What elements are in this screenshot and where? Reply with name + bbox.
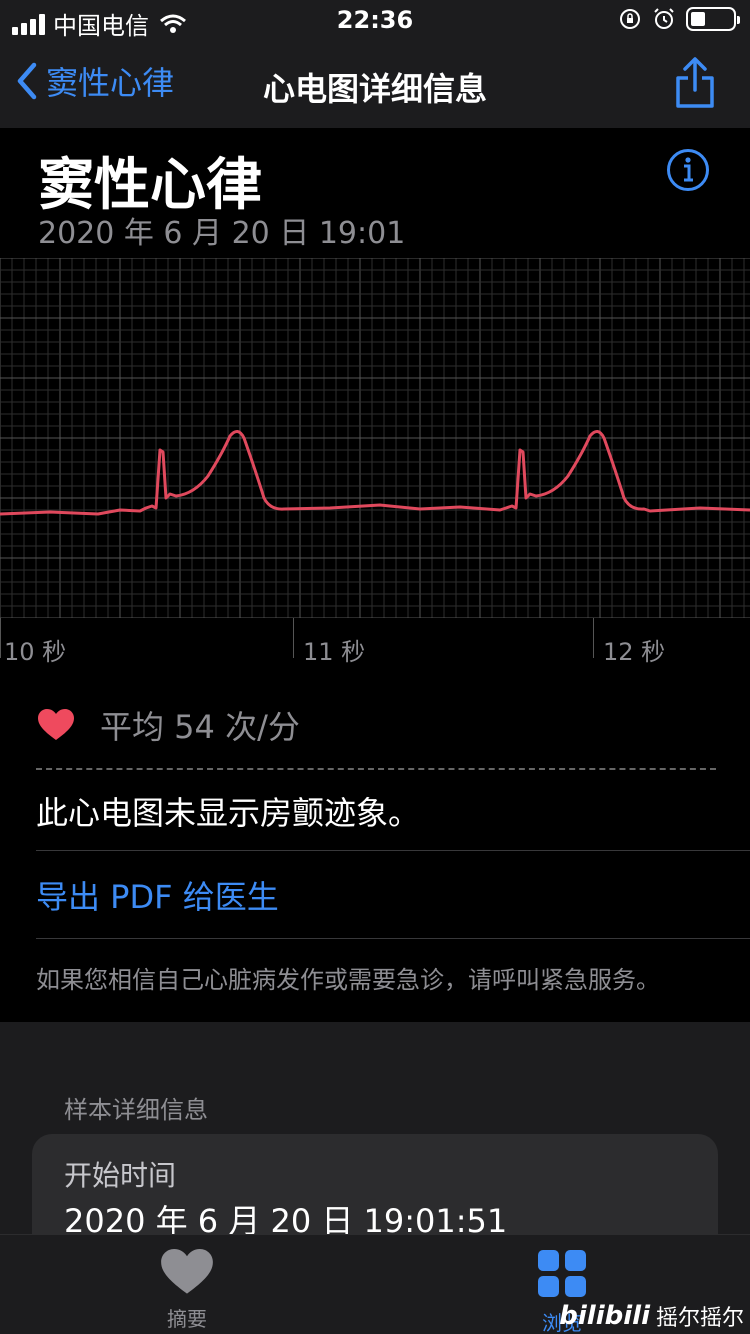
tab-summary-label: 摘要 xyxy=(167,1307,207,1331)
watermark-user: 摇尔摇尔 xyxy=(655,1306,744,1331)
average-text: 平均 54 次/分 xyxy=(100,708,300,746)
alarm-icon xyxy=(654,8,674,29)
orientation-lock-icon xyxy=(620,9,640,29)
page-title: 心电图详细信息 xyxy=(262,70,487,108)
time-label-10s: 10 秒 xyxy=(4,638,67,666)
navigation-bar: 窦性心律 心电图详细信息 xyxy=(0,42,750,128)
time-label-12s: 12 秒 xyxy=(603,638,666,666)
ecg-chart xyxy=(0,258,750,618)
ecg-trace xyxy=(0,430,750,516)
section-header: 样本详细信息 xyxy=(64,1096,208,1124)
divider xyxy=(36,938,750,939)
watermark-brand: bilibili xyxy=(559,1301,650,1331)
heart-icon xyxy=(38,709,74,740)
info-icon[interactable] xyxy=(666,148,710,192)
time-label-11s: 11 秒 xyxy=(303,638,366,666)
recording-datetime: 2020 年 6 月 20 日 19:01 xyxy=(38,216,406,251)
classification-summary: 此心电图未显示房颤迹象。 xyxy=(36,794,421,832)
watermark: bilibili 摇尔摇尔 xyxy=(559,1300,744,1332)
start-time-label: 开始时间 xyxy=(64,1159,177,1192)
dashed-divider xyxy=(36,768,716,770)
average-heart-rate: 平均 54 次/分 xyxy=(38,702,300,748)
ecg-time-axis: 10 秒 11 秒 12 秒 xyxy=(0,618,750,666)
grid-icon xyxy=(538,1250,586,1297)
ecg-grid xyxy=(0,258,750,618)
emergency-disclaimer: 如果您相信自己心脏病发作或需要急诊，请呼叫紧急服务。 xyxy=(36,966,660,994)
divider xyxy=(36,850,750,851)
tab-summary[interactable]: 摘要 xyxy=(127,1249,247,1332)
share-icon[interactable] xyxy=(674,56,716,110)
battery-icon xyxy=(686,7,740,31)
status-bar: 中国电信 22:36 xyxy=(0,0,750,42)
heart-icon xyxy=(161,1249,213,1294)
export-pdf-link[interactable]: 导出 PDF 给医生 xyxy=(36,872,279,918)
